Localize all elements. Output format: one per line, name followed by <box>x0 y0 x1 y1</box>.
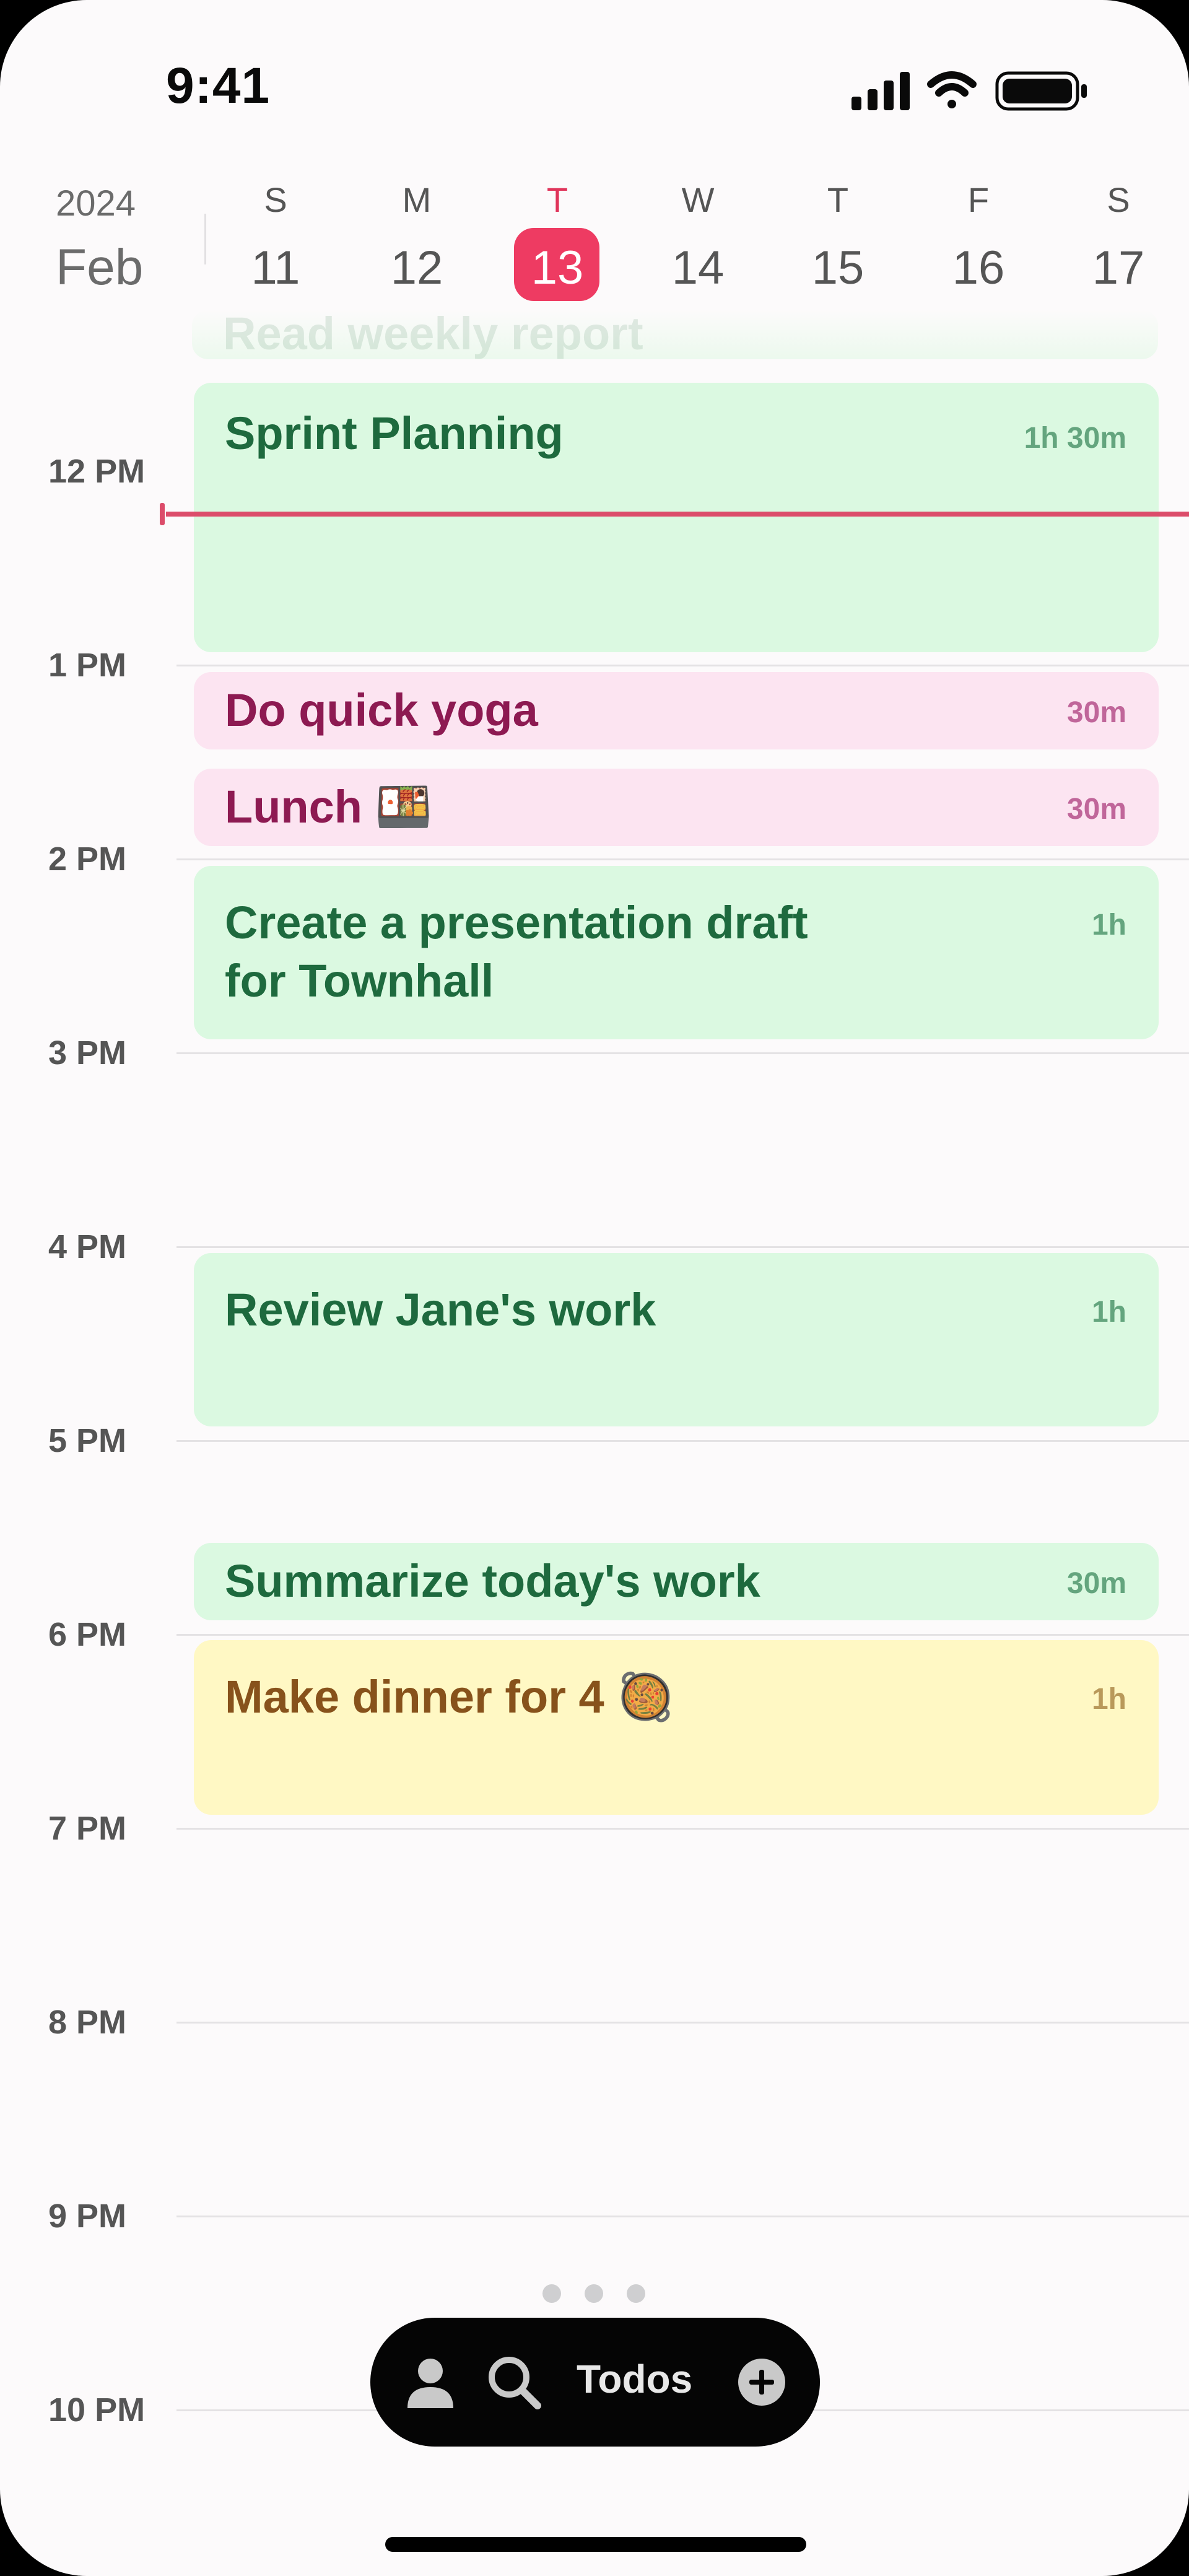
day-letter: T <box>546 180 568 219</box>
day-letter: F <box>967 180 990 219</box>
day-number: 17 <box>1092 242 1145 294</box>
bottom-toolbar: Todos <box>370 2318 820 2447</box>
hour-line <box>176 1828 1189 1830</box>
search-icon[interactable] <box>486 2354 542 2411</box>
event-duration: 1h <box>1091 909 1126 941</box>
person-icon[interactable] <box>403 2354 458 2409</box>
event-title: Summarize today's work <box>225 1555 760 1607</box>
event-duration: 30m <box>1066 1567 1126 1600</box>
current-time-line <box>166 512 1189 517</box>
wifi-icon <box>927 71 977 108</box>
hour-line <box>176 1052 1189 1054</box>
status-time: 9:41 <box>166 58 271 114</box>
hour-label-3pm: 3 PM <box>48 1034 127 1072</box>
hour-line <box>176 2022 1189 2024</box>
event-duration: 1h 30m <box>1024 422 1126 455</box>
day-letter: T <box>827 180 849 219</box>
faded-event-title: Read weekly report <box>223 308 643 359</box>
event-duration: 1h <box>1091 1683 1126 1716</box>
hour-label-8pm: 8 PM <box>48 2004 127 2041</box>
event-lunch[interactable]: Lunch 🍱 30m <box>194 769 1159 846</box>
page-dot <box>627 2284 645 2303</box>
event-review-janes-work[interactable]: Review Jane's work 1h <box>194 1253 1159 1426</box>
event-duration: 30m <box>1066 696 1126 729</box>
event-summarize-todays-work[interactable]: Summarize today's work 30m <box>194 1543 1159 1620</box>
event-do-quick-yoga[interactable]: Do quick yoga 30m <box>194 672 1159 749</box>
current-time-marker <box>160 503 165 525</box>
event-title: Sprint Planning <box>225 408 564 459</box>
page-dot <box>585 2284 603 2303</box>
page-indicator <box>533 2279 656 2304</box>
day-letter: S <box>264 180 287 219</box>
hour-label-12pm: 12 PM <box>48 453 146 490</box>
day-number: 15 <box>811 242 865 294</box>
day-number: 14 <box>671 242 725 294</box>
day-number: 12 <box>390 242 443 294</box>
header-divider <box>204 214 206 264</box>
hour-line <box>176 1246 1189 1248</box>
event-title: Make dinner for 4 🥘 <box>225 1671 674 1722</box>
event-presentation-draft[interactable]: Create a presentation draft for Townhall… <box>194 866 1159 1039</box>
hour-label-10pm: 10 PM <box>48 2391 146 2429</box>
calendar-screen: 9:41 2024 Feb S 11 M 12 T 13 W 14 T 15 F… <box>0 0 1189 2576</box>
hour-line <box>176 2216 1189 2217</box>
plus-circle-icon[interactable] <box>737 2357 786 2407</box>
event-duration: 1h <box>1091 1296 1126 1329</box>
page-dot <box>542 2284 561 2303</box>
todos-button[interactable]: Todos <box>577 2356 692 2402</box>
hour-line <box>176 1634 1189 1636</box>
event-sprint-planning[interactable]: Sprint Planning 1h 30m <box>194 383 1159 652</box>
event-title-line1: Create a presentation draft <box>225 897 808 948</box>
event-title: Do quick yoga <box>225 684 538 736</box>
hour-label-4pm: 4 PM <box>48 1228 127 1265</box>
day-number: 11 <box>251 242 300 294</box>
year-label: 2024 <box>56 183 136 224</box>
hour-label-1pm: 1 PM <box>48 647 127 684</box>
cellular-signal-icon <box>851 72 910 110</box>
day-number: 13 <box>531 242 584 294</box>
hour-label-7pm: 7 PM <box>48 1810 127 1847</box>
hour-label-5pm: 5 PM <box>48 1422 127 1459</box>
day-letter: M <box>402 180 432 219</box>
month-label: Feb <box>56 239 144 295</box>
hour-label-2pm: 2 PM <box>48 840 127 878</box>
event-title: Review Jane's work <box>225 1284 656 1335</box>
faded-event[interactable]: Read weekly report <box>192 308 1158 359</box>
hour-line <box>176 1440 1189 1442</box>
home-indicator[interactable] <box>385 2537 806 2552</box>
event-title: Lunch 🍱 <box>225 781 432 832</box>
day-letter: W <box>681 180 715 219</box>
day-number: 16 <box>952 242 1005 294</box>
hour-line <box>176 665 1189 666</box>
hour-label-6pm: 6 PM <box>48 1616 127 1653</box>
hour-line <box>176 858 1189 860</box>
status-icons <box>851 71 1087 111</box>
hour-label-9pm: 9 PM <box>48 2198 127 2235</box>
event-make-dinner[interactable]: Make dinner for 4 🥘 1h <box>194 1640 1159 1815</box>
battery-icon <box>995 71 1087 111</box>
event-title-line2: for Townhall <box>225 955 494 1006</box>
event-duration: 30m <box>1066 793 1126 826</box>
status-bar: 9:41 <box>0 0 1189 161</box>
day-letter: S <box>1107 180 1130 219</box>
